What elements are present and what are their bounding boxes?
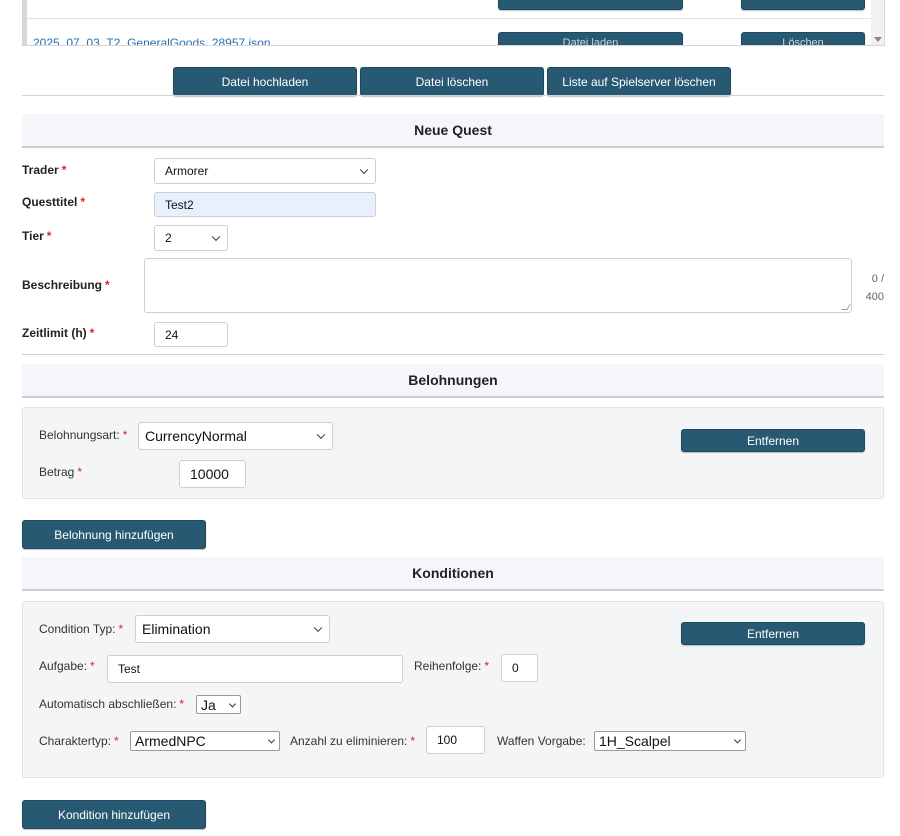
description-textarea[interactable] (144, 258, 852, 313)
task-label: Aufgabe: * (39, 659, 95, 673)
trader-select[interactable]: Armorer (154, 158, 376, 184)
reward-amount-input[interactable]: 10000 (179, 460, 246, 488)
upload-file-button[interactable]: Datei hochladen (173, 67, 357, 96)
reward-type-label: Belohnungsart: * (39, 428, 128, 442)
kill-count-input[interactable]: 100 (426, 726, 485, 754)
time-limit-label: Zeitlimit (h) * (22, 326, 95, 340)
chevron-down-icon (733, 736, 742, 744)
chevron-down-icon (228, 699, 237, 708)
file-load-button[interactable]: Datei laden (498, 32, 683, 45)
task-input[interactable]: Test (107, 655, 403, 683)
chevron-down-icon (359, 165, 369, 175)
chevron-down-icon (313, 623, 323, 633)
char-type-select[interactable]: ArmedNPC (130, 731, 280, 751)
reward-amount-label: Betrag * (39, 465, 83, 479)
divider (22, 95, 884, 96)
file-delete-row-button[interactable]: Löschen (741, 32, 865, 45)
quest-title-input[interactable]: Test2 (154, 192, 376, 217)
condition-type-select[interactable]: Elimination (135, 615, 330, 643)
description-label: Beschreibung * (22, 278, 110, 292)
file-list-box[interactable]: 2025_07_03_T2_GeneralGoods_28957.json Da… (22, 0, 885, 46)
file-row-top-button-2[interactable] (741, 0, 865, 10)
auto-complete-label: Automatisch abschließen: * (39, 697, 185, 711)
file-name-link[interactable]: 2025_07_03_T2_GeneralGoods_28957.json (33, 36, 271, 45)
new-quest-header: Neue Quest (22, 114, 884, 148)
delete-file-button[interactable]: Datei löschen (360, 67, 544, 96)
char-type-label: Charaktertyp: * (39, 734, 119, 748)
auto-complete-select[interactable]: Ja (196, 695, 241, 714)
quest-title-label: Questtitel * (22, 195, 86, 209)
chevron-down-icon (316, 430, 326, 440)
scrollbar[interactable] (871, 0, 884, 45)
weapon-label: Waffen Vorgabe: (497, 734, 586, 748)
file-row-top-button-1[interactable] (498, 0, 683, 10)
condition-type-label: Condition Typ: * (39, 622, 124, 636)
order-input[interactable]: 0 (501, 654, 538, 682)
delete-server-list-button[interactable]: Liste auf Spielserver löschen (547, 67, 731, 96)
trader-label: Trader * (22, 163, 67, 177)
description-char-counter: 0 / 400 (865, 273, 884, 303)
resize-grip-icon[interactable] (841, 304, 851, 310)
rewards-header: Belohnungen (22, 364, 884, 398)
tier-select[interactable]: 2 (154, 225, 228, 251)
condition-remove-button[interactable]: Entfernen (681, 622, 865, 645)
reward-panel (22, 407, 884, 499)
time-limit-input[interactable]: 24 (154, 322, 228, 347)
scroll-down-arrow-icon[interactable] (874, 37, 882, 42)
tier-label: Tier * (22, 229, 52, 243)
add-condition-button[interactable]: Kondition hinzufügen (22, 800, 206, 829)
reward-remove-button[interactable]: Entfernen (681, 429, 865, 452)
kill-count-label: Anzahl zu eliminieren: * (290, 734, 416, 748)
divider (22, 354, 884, 355)
chevron-down-icon (267, 736, 276, 744)
file-list-divider (23, 18, 873, 19)
file-list-left-border (23, 0, 27, 45)
weapon-select[interactable]: 1H_Scalpel (594, 731, 746, 751)
conditions-header: Konditionen (22, 557, 884, 591)
order-label: Reihenfolge: * (414, 659, 490, 673)
reward-type-select[interactable]: CurrencyNormal (138, 422, 333, 450)
add-reward-button[interactable]: Belohnung hinzufügen (22, 520, 206, 549)
chevron-down-icon (211, 232, 221, 242)
